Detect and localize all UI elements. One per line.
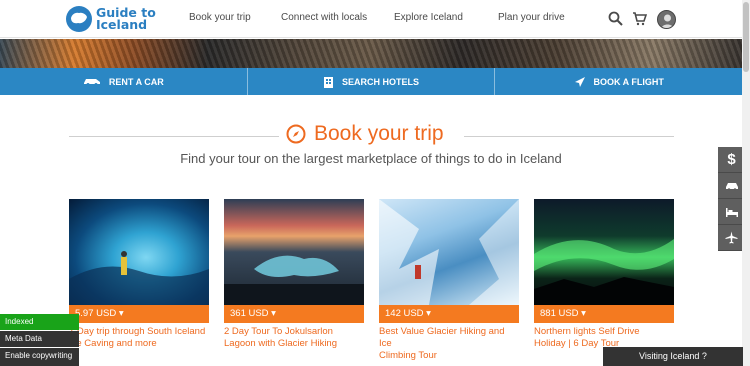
tour-title-line2: Ice Caving and more [69, 338, 157, 349]
dollar-icon[interactable]: $ [718, 147, 745, 173]
tour-price[interactable]: 881 USD ▾ [534, 305, 674, 323]
tour-title[interactable]: 2 Day Tour To Jokulsarlon Lagoon with Gl… [224, 326, 364, 350]
tour-price[interactable]: 361 USD ▾ [224, 305, 364, 323]
plane-icon [574, 76, 585, 87]
booking-bar: RENT A CAR SEARCH HOTELS BOOK A FLIGHT [0, 68, 742, 95]
nav-book-your-trip[interactable]: Book your trip [189, 12, 251, 23]
compass-icon [286, 124, 306, 144]
meta-data-button[interactable]: Meta Data [0, 331, 79, 347]
rent-a-car-button[interactable]: RENT A CAR [0, 68, 248, 95]
tour-title-line1: Best Value Glacier Hiking and Ice [379, 326, 505, 349]
indexed-badge[interactable]: Indexed [0, 314, 79, 330]
search-icon[interactable] [608, 11, 623, 31]
logo-text: Guide to Iceland [96, 6, 156, 32]
logo-line2: Iceland [96, 17, 148, 32]
tour-image-ice-cave[interactable] [69, 199, 209, 305]
book-a-flight-button[interactable]: BOOK A FLIGHT [495, 68, 742, 95]
tour-title-line2: Climbing Tour [379, 350, 437, 361]
tour-title-line1: 1 Day trip through South Iceland [69, 326, 206, 337]
site-logo[interactable]: Guide to Iceland [66, 6, 156, 32]
book-a-flight-label: BOOK A FLIGHT [593, 76, 664, 87]
tour-price[interactable]: 142 USD ▾ [379, 305, 519, 323]
section-title: Book your trip [314, 122, 444, 145]
side-widget-bar: $ [718, 147, 745, 251]
tour-card[interactable]: 881 USD ▾ Northern lights Self Drive Hol… [534, 199, 674, 350]
tour-image-northern-lights[interactable] [534, 199, 674, 305]
nav-explore-iceland[interactable]: Explore Iceland [394, 12, 463, 23]
plane-icon[interactable] [718, 225, 745, 251]
tour-price[interactable]: 5.97 USD ▾ [69, 305, 209, 323]
tour-card[interactable]: 5.97 USD ▾ 1 Day trip through South Icel… [69, 199, 209, 350]
cart-icon[interactable] [632, 11, 648, 31]
bed-icon[interactable] [718, 199, 745, 225]
section-heading: Book your trip [286, 122, 444, 146]
iceland-logo-icon [66, 6, 92, 32]
enable-copywriting-button[interactable]: Enable copywriting [0, 348, 79, 366]
hero-banner-image [0, 39, 742, 68]
section-subtitle: Find your tour on the largest marketplac… [180, 151, 562, 166]
search-hotels-button[interactable]: SEARCH HOTELS [248, 68, 496, 95]
scrollbar-thumb[interactable] [743, 2, 749, 72]
top-header: Guide to Iceland Book your trip Connect … [0, 0, 742, 38]
building-icon [324, 76, 333, 88]
tour-title-line1: 2 Day Tour To Jokulsarlon [224, 326, 333, 337]
car-icon[interactable] [718, 173, 745, 199]
tour-card[interactable]: 142 USD ▾ Best Value Glacier Hiking and … [379, 199, 519, 362]
user-avatar[interactable] [657, 10, 676, 29]
tour-image-iceberg-beach[interactable] [224, 199, 364, 305]
tour-title[interactable]: Best Value Glacier Hiking and Ice Climbi… [379, 326, 519, 362]
nav-connect-with-locals[interactable]: Connect with locals [281, 12, 367, 23]
search-hotels-label: SEARCH HOTELS [342, 76, 420, 87]
nav-plan-your-drive[interactable]: Plan your drive [498, 12, 565, 23]
tour-image-glacier-hiking[interactable] [379, 199, 519, 305]
tour-title[interactable]: 1 Day trip through South Iceland Ice Cav… [69, 326, 209, 350]
tour-card[interactable]: 361 USD ▾ 2 Day Tour To Jokulsarlon Lago… [224, 199, 364, 350]
tour-title-line2: Lagoon with Glacier Hiking [224, 338, 338, 349]
tour-title-line1: Northern lights Self Drive [534, 326, 640, 337]
rent-a-car-label: RENT A CAR [108, 76, 164, 87]
divider-left [69, 136, 279, 137]
divider-right [464, 136, 674, 137]
car-icon [83, 79, 100, 86]
visiting-iceland-tab[interactable]: Visiting Iceland ? [603, 347, 743, 366]
